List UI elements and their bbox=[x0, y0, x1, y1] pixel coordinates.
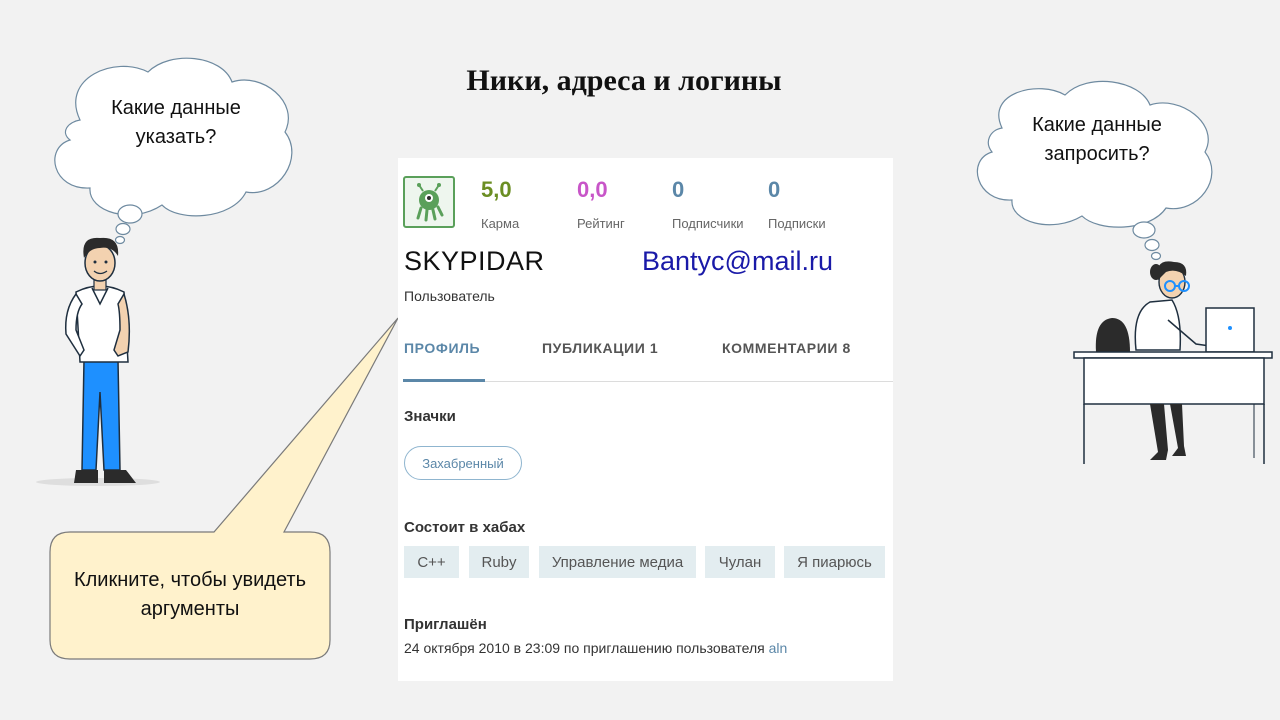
user-role: Пользователь bbox=[404, 288, 495, 304]
callout-text[interactable]: Кликните, чтобы увидеть аргументы bbox=[56, 566, 324, 624]
active-tab-indicator bbox=[403, 379, 485, 382]
following-value[interactable]: 0 bbox=[768, 177, 780, 203]
robot-avatar-icon bbox=[416, 183, 444, 222]
rating-label: Рейтинг bbox=[577, 216, 625, 231]
hubs-title: Состоит в хабах bbox=[404, 519, 526, 536]
karma-label: Карма bbox=[481, 216, 520, 231]
rating-value: 0,0 bbox=[577, 177, 608, 202]
nickname: SKYPIDAR bbox=[404, 246, 545, 276]
followers-value[interactable]: 0 bbox=[672, 177, 684, 203]
hub-ruby[interactable]: Ruby bbox=[469, 546, 529, 578]
tab-profile[interactable]: ПРОФИЛЬ bbox=[404, 340, 480, 356]
profile-card: 5,0 Карма 0,0 Рейтинг 0 Подписчики 0 Под… bbox=[398, 158, 893, 681]
left-thought-text: Какие данные указать? bbox=[111, 97, 241, 148]
karma-value: 5,0 bbox=[481, 177, 512, 202]
invited-text: 24 октября 2010 в 23:09 по приглашению п… bbox=[404, 640, 765, 656]
inviter-link[interactable]: aln bbox=[769, 640, 788, 656]
following-label[interactable]: Подписки bbox=[768, 216, 826, 231]
tab-publications[interactable]: ПУБЛИКАЦИИ 1 bbox=[542, 340, 658, 356]
tab-comments[interactable]: КОММЕНТАРИИ 8 bbox=[722, 340, 851, 356]
badge-zahabrenny[interactable]: Захабренный bbox=[404, 446, 522, 480]
invited-title: Приглашён bbox=[404, 616, 487, 633]
avatar bbox=[403, 176, 455, 228]
hub-media-management[interactable]: Управление медиа bbox=[539, 546, 696, 578]
hub-self-promo[interactable]: Я пиарюсь bbox=[784, 546, 885, 578]
hub-chulan[interactable]: Чулан bbox=[705, 546, 775, 578]
man-illustration bbox=[36, 237, 160, 486]
right-thought-cloud bbox=[976, 80, 1213, 261]
invited-info: 24 октября 2010 в 23:09 по приглашению п… bbox=[404, 640, 787, 656]
email: Bantyc@mail.ru bbox=[642, 246, 833, 276]
woman-at-desk-illustration bbox=[1073, 261, 1273, 464]
right-thought-text: Какие данные запросить? bbox=[1032, 114, 1162, 165]
slide-title: Ники, адреса и логины bbox=[466, 64, 782, 97]
badges-title: Значки bbox=[404, 408, 456, 425]
followers-label[interactable]: Подписчики bbox=[672, 216, 744, 231]
hub-cpp[interactable]: C++ bbox=[404, 546, 459, 578]
